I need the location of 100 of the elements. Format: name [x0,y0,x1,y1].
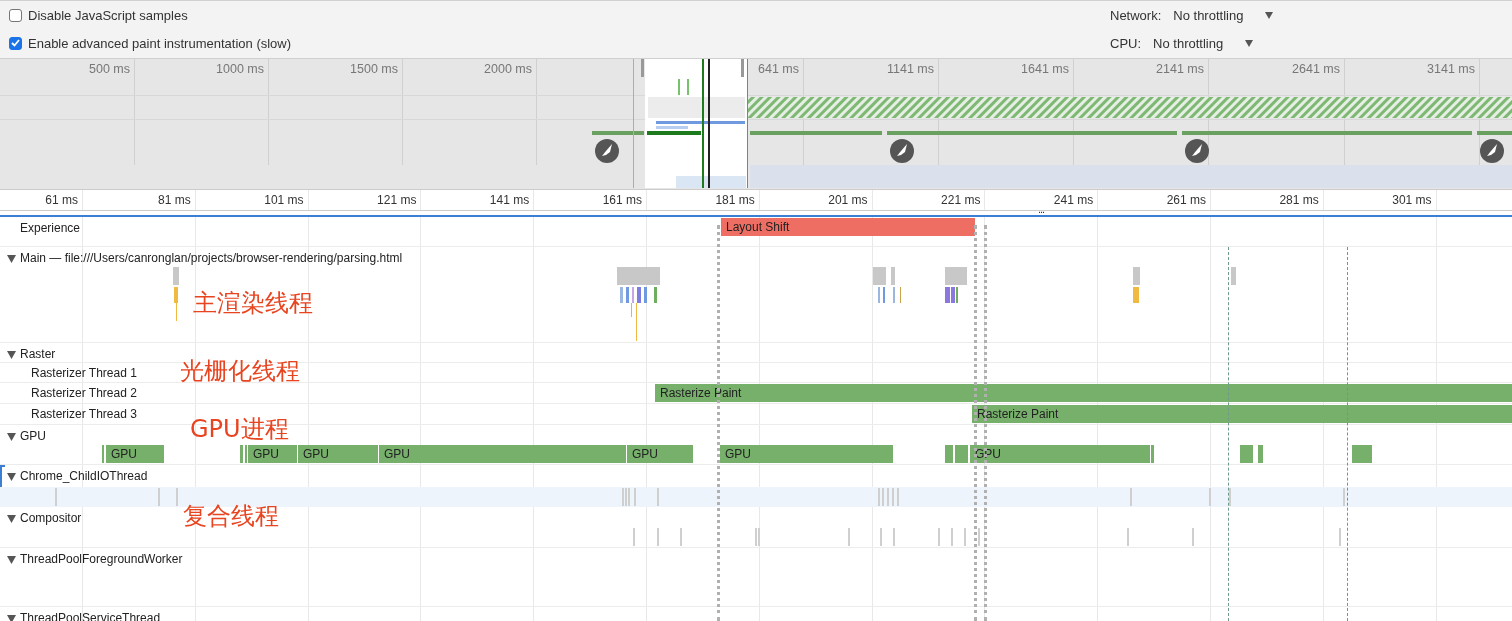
flame-bar[interactable] [1133,287,1139,303]
event-bar[interactable]: GPU [106,445,164,463]
event-bar[interactable]: Rasterize Paint [655,384,1512,402]
overview-tick-label: 3141 ms [1427,62,1476,76]
overview-tick-label: 641 ms [758,62,800,76]
expanded-icon[interactable] [7,433,16,441]
ruler-tick-label: 201 ms [828,193,868,207]
ruler-tick-label: 81 ms [158,193,191,207]
flame-bar[interactable] [873,267,886,285]
ruler-tick-label: 241 ms [1053,193,1094,207]
expanded-icon[interactable] [7,515,16,523]
ruler-tick-label: 301 ms [1392,193,1432,207]
overview-tick-label: 1000 ms [216,62,265,76]
event-bar[interactable]: Layout Shift [721,218,975,236]
event-bar[interactable] [955,445,968,463]
expanded-icon[interactable] [7,473,16,481]
frame-bar [592,131,644,135]
network-bar [656,126,688,129]
expanded-icon[interactable] [7,556,16,564]
flame-bar[interactable] [654,287,657,303]
frame-bar [1477,131,1512,135]
overview-tick-label: 2641 ms [1292,62,1341,76]
flame-bar[interactable] [1133,267,1140,285]
flame-bar[interactable] [945,267,967,285]
ruler-tick-label: 221 ms [941,193,981,207]
dropdown-caret-icon [1265,11,1274,19]
event-bar[interactable] [240,445,243,463]
flame-bar[interactable] [644,287,647,303]
track-name[interactable]: Rasterizer Thread 2 [31,386,137,400]
track-name[interactable]: Main — file:///Users/canronglan/projects/browser-rendering/parsing.html [20,251,403,265]
flame-bar[interactable] [174,287,178,303]
flame-bar[interactable] [951,287,955,303]
ruler-tick-label: 61 ms [45,193,78,207]
throttling-label: CPU: [1110,36,1142,52]
track-name[interactable]: Rasterizer Thread 3 [31,407,137,421]
checkbox[interactable] [9,36,22,50]
checkbox-label: Disable JavaScript samples [28,8,188,24]
event-bar[interactable]: GPU [298,445,377,463]
event-bar[interactable]: GPU [248,445,296,463]
overview-tick-label: 1141 ms [887,62,935,76]
overview-tick-label: 1500 ms [350,62,399,76]
event-bar[interactable] [945,445,953,463]
flame-bar[interactable] [620,287,623,303]
rocket-icon [1480,139,1504,163]
event-bar[interactable]: Rasterize Paint [972,405,1512,423]
flame-bar[interactable] [626,287,629,303]
annotation-text: 主渲染线程 [193,288,313,319]
ruler-tick-label: 121 ms [377,193,417,207]
event-bar[interactable] [1151,445,1154,463]
event-bar[interactable] [1258,445,1263,463]
throttling-dropdown[interactable]: No throttling [1173,7,1274,23]
checkbox-label: Enable advanced paint instrumentation (slow) [28,35,292,51]
track-name[interactable]: GPU [20,429,46,443]
network-tick [678,79,680,95]
overview-tick-label: 2141 ms [1156,62,1205,76]
expanded-icon[interactable] [7,351,16,359]
event-bar[interactable]: GPU [627,445,693,463]
flame-bar[interactable] [617,267,660,285]
overview-tick-label: 500 ms [89,62,131,76]
flame-bar[interactable] [1231,267,1236,285]
flame-bar[interactable] [945,287,950,303]
event-bar[interactable] [1240,445,1253,463]
flame-bar[interactable] [637,287,641,303]
throttling-label: Network: [1110,7,1162,23]
frame-bar [647,131,701,135]
track-name[interactable]: Raster [20,347,56,361]
throttling-dropdown[interactable]: No throttling [1153,36,1254,52]
resize-grip[interactable]: ... [1038,205,1045,213]
event-bar[interactable]: GPU [720,445,893,463]
ruler-tick-label: 161 ms [602,193,642,207]
rocket-icon [1185,139,1209,163]
window-handle[interactable] [641,59,644,77]
window-handle[interactable] [741,59,744,77]
rocket-icon [595,139,619,163]
ruler-tick-label: 261 ms [1166,193,1206,207]
expanded-icon[interactable] [7,255,16,263]
checkbox[interactable] [9,9,22,23]
ruler-tick-label: 281 ms [1279,193,1319,207]
flame-bar[interactable] [173,267,179,285]
flame-bar[interactable] [891,267,895,285]
overview-tick-label: 1641 ms [1021,62,1070,76]
ruler-tick-label: 101 ms [264,193,304,207]
annotation-text: GPU进程 [190,414,289,445]
event-bar[interactable] [1352,445,1372,463]
track-name[interactable]: Compositor [20,511,82,525]
expanded-icon[interactable] [7,615,16,621]
memory-band [676,176,746,188]
track-name[interactable]: Experience [20,221,81,235]
overview-tick-label: 2000 ms [484,62,533,76]
network-tick [687,79,689,95]
ruler-tick-label: 181 ms [715,193,755,207]
annotation-text: 光栅化线程 [180,356,300,387]
track-name[interactable]: Rasterizer Thread 1 [31,366,137,380]
ruler-tick-label: 141 ms [489,193,530,207]
event-bar[interactable]: GPU [379,445,625,463]
track-name[interactable]: ThreadPoolForegroundWorker [20,552,183,566]
dropdown-caret-icon [1245,40,1254,48]
rocket-icon [890,139,914,163]
annotation-text: 复合线程 [183,501,279,532]
track-name[interactable]: Chrome_ChildIOThread [20,469,148,483]
